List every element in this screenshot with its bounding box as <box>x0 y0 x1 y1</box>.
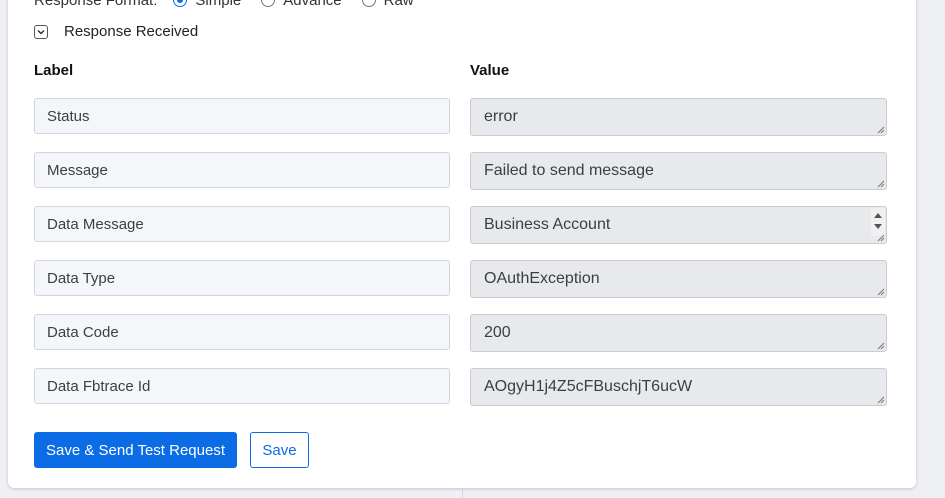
resize-handle-icon[interactable] <box>876 341 885 350</box>
label-field-data-message[interactable]: Data Message <box>34 206 450 242</box>
value-text: OAuthException <box>484 270 600 287</box>
value-field-data-code[interactable]: 200 <box>470 314 887 352</box>
save-and-send-test-request-button[interactable]: Save & Send Test Request <box>34 432 237 468</box>
panel-divider <box>462 488 463 498</box>
radio-option-advance[interactable]: Advance <box>261 0 342 9</box>
label-field-data-type[interactable]: Data Type <box>34 260 450 296</box>
response-format-label: Response Format: <box>34 0 158 9</box>
scroll-arrows-icon[interactable] <box>871 208 885 236</box>
label-field-data-code[interactable]: Data Code <box>34 314 450 350</box>
radio-raw-label: Raw <box>383 0 414 9</box>
response-received-toggle[interactable]: Response Received <box>34 23 198 40</box>
radio-simple-label: Simple <box>195 0 242 9</box>
value-text: AOgyH1j4Z5cFBuschjT6ucW <box>484 378 693 395</box>
save-button[interactable]: Save <box>250 432 309 468</box>
value-text: Business Account <box>484 216 611 233</box>
resize-handle-icon[interactable] <box>876 287 885 296</box>
resize-handle-icon[interactable] <box>876 125 885 134</box>
value-text: Failed to send message <box>484 162 654 179</box>
value-field-data-message[interactable]: Business Account <box>470 206 887 244</box>
value-field-data-type[interactable]: OAuthException <box>470 260 887 298</box>
response-format-row: Response Format: Simple Advance Raw <box>34 0 414 9</box>
value-text: error <box>484 108 518 125</box>
response-card <box>8 0 916 488</box>
label-column-header: Label <box>34 62 74 79</box>
resize-handle-icon[interactable] <box>876 395 885 404</box>
radio-raw[interactable] <box>361 0 376 7</box>
radio-advance-label: Advance <box>283 0 342 9</box>
scrollbar[interactable] <box>871 208 885 236</box>
response-received-label: Response Received <box>64 23 199 40</box>
value-text: 200 <box>484 324 511 341</box>
resize-handle-icon[interactable] <box>876 233 885 242</box>
radio-simple[interactable] <box>173 0 188 7</box>
radio-option-simple[interactable]: Simple <box>173 0 241 9</box>
value-field-message[interactable]: Failed to send message <box>470 152 887 190</box>
value-field-data-fbtrace-id[interactable]: AOgyH1j4Z5cFBuschjT6ucW <box>470 368 887 406</box>
label-field-status[interactable]: Status <box>34 98 450 134</box>
value-column-header: Value <box>470 62 510 79</box>
label-field-data-fbtrace-id[interactable]: Data Fbtrace Id <box>34 368 450 404</box>
value-field-status[interactable]: error <box>470 98 887 136</box>
radio-advance[interactable] <box>261 0 276 7</box>
label-field-message[interactable]: Message <box>34 152 450 188</box>
resize-handle-icon[interactable] <box>876 179 885 188</box>
chevron-down-icon[interactable] <box>34 24 48 39</box>
radio-option-raw[interactable]: Raw <box>361 0 414 9</box>
